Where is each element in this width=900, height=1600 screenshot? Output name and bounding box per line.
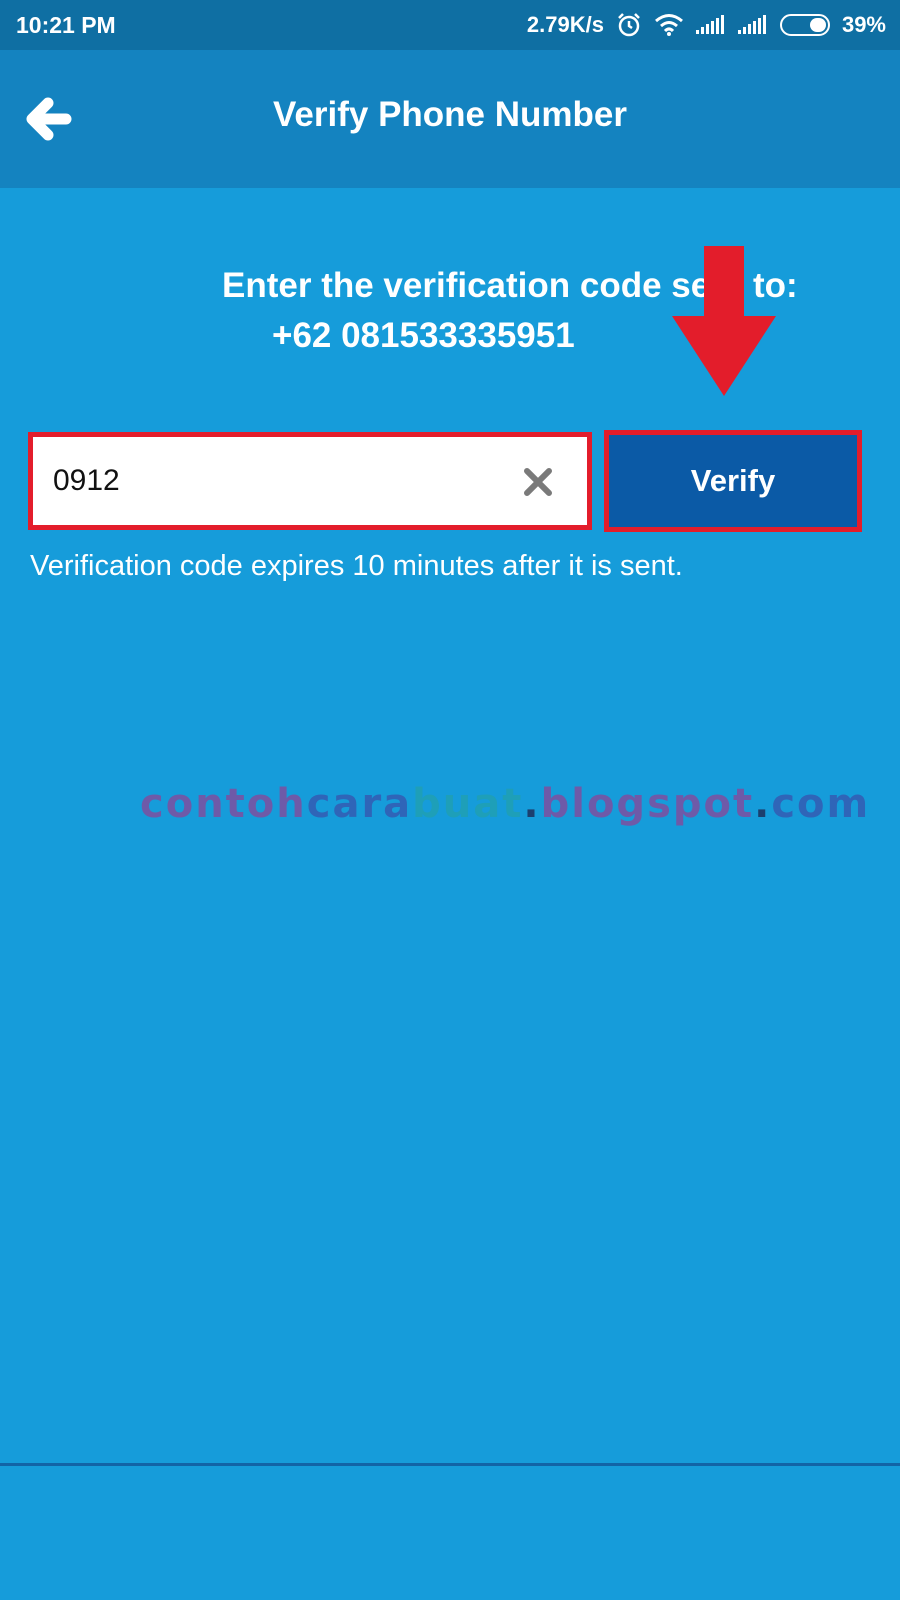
watermark-part: . (754, 781, 772, 827)
watermark-part: contoh (140, 781, 307, 827)
battery-icon (779, 14, 830, 36)
page-title: Verify Phone Number (273, 95, 627, 134)
phone-number: +62 081533335951 (272, 316, 575, 355)
status-bar: 10:21 PM 2.79K/s 39% (0, 0, 900, 50)
watermark: contohcarabuat.blogspot.com (140, 780, 870, 828)
watermark-part: com (771, 781, 871, 827)
watermark-part: buat (412, 781, 524, 827)
watermark-part: cara (306, 781, 413, 827)
wifi-icon (654, 14, 683, 36)
watermark-part: . (523, 781, 541, 827)
signal-icon (695, 15, 724, 34)
verify-button[interactable]: Verify (604, 430, 862, 532)
clear-icon[interactable] (523, 467, 553, 497)
watermark-part: blogspot (540, 781, 755, 827)
red-down-arrow-icon (672, 246, 776, 396)
network-speed: 2.79K/s (526, 12, 604, 37)
app-bar: Verify Phone Number (0, 50, 900, 188)
verify-button-label: Verify (609, 435, 857, 527)
expiry-note: Verification code expires 10 minutes aft… (30, 550, 683, 582)
bottom-divider (0, 1463, 900, 1466)
verification-code-field (28, 432, 592, 530)
status-indicators: 2.79K/s 39% (527, 10, 886, 40)
battery-percent: 39% (841, 12, 886, 37)
status-time: 10:21 PM (16, 12, 116, 38)
signal-icon (737, 15, 766, 34)
alarm-icon (618, 13, 640, 37)
verification-code-input[interactable] (53, 445, 493, 517)
